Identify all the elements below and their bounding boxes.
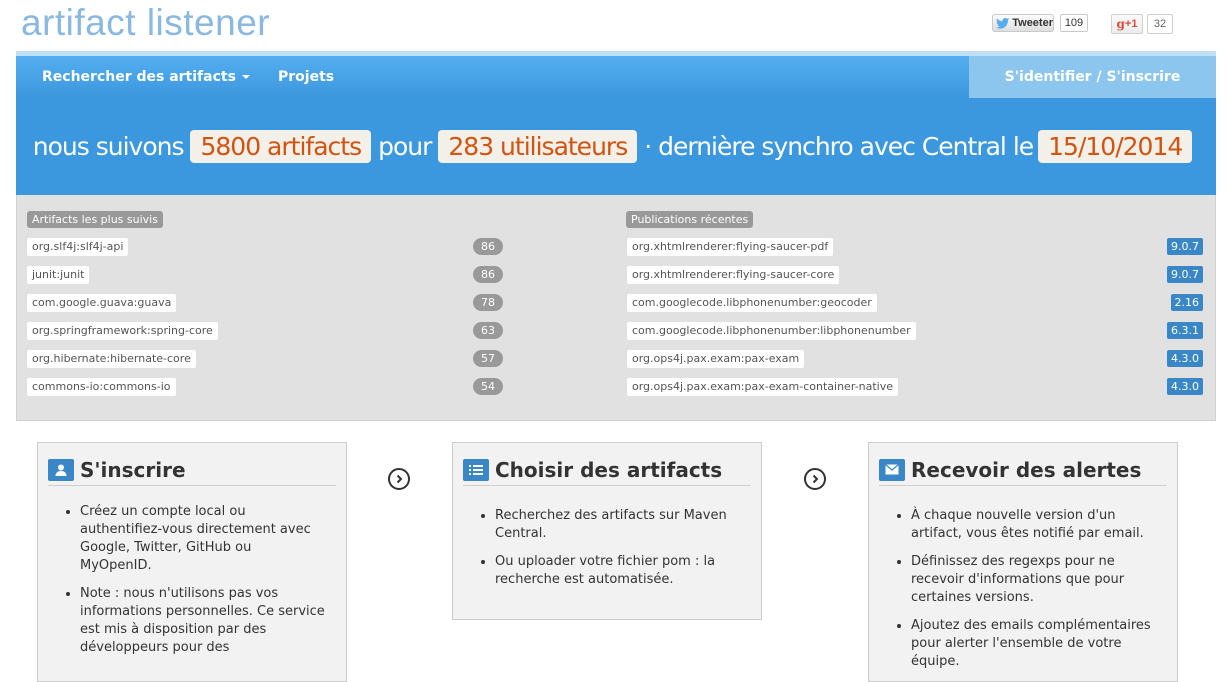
card-title-text: Choisir des artifacts: [495, 457, 723, 482]
tweet-label: Tweeter: [1012, 17, 1053, 29]
login-signup-button[interactable]: S'identifier / S'inscrire: [969, 56, 1216, 98]
card-bullet: Recherchez des artifacts sur Maven Centr…: [495, 507, 741, 543]
chevron-right-circle-icon: [388, 468, 410, 490]
card-bullet-list: Créez un compte local ou authentifiez-vo…: [80, 503, 326, 667]
sync-date-highlight: 15/10/2014: [1038, 130, 1193, 163]
card-title-text: Recevoir des alertes: [911, 457, 1142, 482]
artifacts-count-highlight: 5800 artifacts: [190, 130, 372, 163]
follower-count-badge: 86: [473, 266, 503, 283]
version-badge: 4.3.0: [1167, 378, 1203, 395]
caret-down-icon: [241, 75, 250, 79]
follower-count-badge: 78: [473, 294, 503, 311]
card-bullet: Ou uploader votre fichier pom : la reche…: [495, 553, 741, 589]
recent-releases-heading: Publications récentes: [626, 211, 754, 228]
card-bullet-list: Recherchez des artifacts sur Maven Centr…: [495, 507, 741, 599]
most-followed-artifact-link[interactable]: com.google.guava:guava: [27, 294, 177, 312]
most-followed-artifact-link[interactable]: junit:junit: [27, 266, 90, 284]
version-badge: 9.0.7: [1167, 238, 1203, 255]
hero-banner: nous suivons 5800 artifacts pour 283 uti…: [16, 98, 1216, 195]
gplus-count: 32: [1147, 14, 1173, 34]
version-badge: 9.0.7: [1167, 266, 1203, 283]
card-bullet: Définissez des regexps pour ne recevoir …: [911, 553, 1157, 607]
gplus-button[interactable]: g +1: [1111, 14, 1143, 34]
follower-count-badge: 54: [473, 378, 503, 395]
recent-release-link[interactable]: com.googlecode.libphonenumber:libphonenu…: [627, 322, 916, 340]
card-bullet: Note : nous n'utilisons pas vos informat…: [80, 585, 326, 657]
step-card-receive-alerts: Recevoir des alertes À chaque nouvelle v…: [868, 442, 1178, 682]
twitter-bird-icon: [996, 18, 1010, 29]
most-followed-artifact-link[interactable]: org.slf4j:slf4j-api: [27, 238, 129, 256]
recent-release-link[interactable]: com.googlecode.libphonenumber:geocoder: [627, 294, 877, 312]
card-bullet-list: À chaque nouvelle version d'un artifact,…: [911, 507, 1157, 681]
card-title: S'inscrire: [48, 454, 336, 486]
step-card-signup: S'inscrire Créez un compte local ou auth…: [37, 442, 347, 682]
most-followed-artifact-link[interactable]: commons-io:commons-io: [27, 378, 176, 396]
most-followed-artifact-link[interactable]: org.hibernate:hibernate-core: [27, 350, 196, 368]
recent-release-link[interactable]: org.ops4j.pax.exam:pax-exam: [627, 350, 805, 368]
users-count-highlight: 283 utilisateurs: [438, 130, 638, 163]
tweet-count: 109: [1060, 14, 1088, 32]
hero-text-2: pour: [378, 132, 432, 161]
version-badge: 2.16: [1170, 294, 1203, 311]
most-followed-artifact-link[interactable]: org.springframework:spring-core: [27, 322, 218, 340]
tweet-button[interactable]: Tweeter: [992, 14, 1054, 32]
recent-release-link[interactable]: org.ops4j.pax.exam:pax-exam-container-na…: [627, 378, 898, 396]
stats-panel: Artifacts les plus suivis Publications r…: [16, 195, 1216, 421]
step-card-choose-artifacts: Choisir des artifacts Recherchez des art…: [452, 442, 762, 620]
card-title: Choisir des artifacts: [463, 454, 751, 486]
list-icon: [463, 458, 489, 481]
card-title-text: S'inscrire: [80, 457, 186, 482]
nav-search-dropdown[interactable]: Rechercher des artifacts: [42, 56, 250, 98]
gplus-g-icon: g: [1116, 17, 1125, 31]
recent-release-link[interactable]: org.xhtmlrenderer:flying-saucer-pdf: [627, 238, 834, 256]
envelope-icon: [879, 458, 905, 481]
chevron-right-circle-icon: [804, 468, 826, 490]
site-logo[interactable]: artifact listener: [21, 2, 270, 44]
hero-text-1: nous suivons: [32, 132, 185, 161]
follower-count-badge: 57: [473, 350, 503, 367]
card-bullet: À chaque nouvelle version d'un artifact,…: [911, 507, 1157, 543]
card-title: Recevoir des alertes: [879, 454, 1167, 486]
follower-count-badge: 86: [473, 238, 503, 255]
nav-projects-link[interactable]: Projets: [278, 56, 334, 98]
version-badge: 6.3.1: [1167, 322, 1203, 339]
gplus-label: +1: [1124, 18, 1138, 30]
follower-count-badge: 63: [473, 322, 503, 339]
card-bullet: Créez un compte local ou authentifiez-vo…: [80, 503, 326, 575]
user-icon: [48, 458, 74, 481]
version-badge: 4.3.0: [1167, 350, 1203, 367]
nav-search-label: Rechercher des artifacts: [42, 69, 236, 85]
navbar: Rechercher des artifacts Projets S'ident…: [16, 56, 1216, 99]
recent-release-link[interactable]: org.xhtmlrenderer:flying-saucer-core: [627, 266, 840, 284]
hero-text-3: · dernière synchro avec Central le: [644, 132, 1034, 161]
most-followed-heading: Artifacts les plus suivis: [27, 211, 163, 228]
